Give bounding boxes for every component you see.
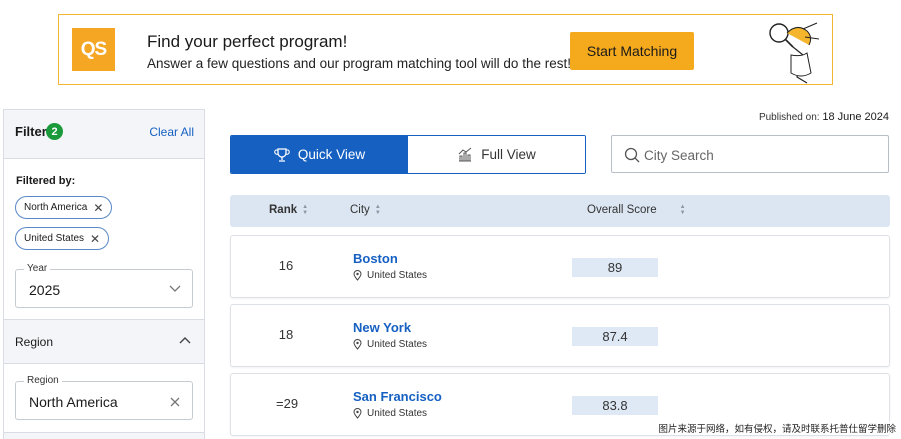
bar-chart-icon	[458, 147, 472, 162]
clear-all-link[interactable]: Clear All	[149, 125, 194, 139]
table-row[interactable]: 18 New York United States 87.4	[230, 304, 890, 367]
city-column-header[interactable]: City ▲ ▼	[350, 204, 381, 216]
quick-view-label: Quick View	[297, 147, 366, 162]
overall-score: 83.8	[572, 396, 658, 415]
quick-view-button[interactable]: Quick View	[231, 136, 408, 173]
city-link[interactable]: San Francisco	[353, 389, 442, 404]
table-row[interactable]: 16 Boston United States 89	[230, 235, 890, 298]
banner-title: Find your perfect program!	[147, 32, 348, 51]
filter-chip-north-america: North America ✕	[15, 196, 113, 219]
country-label: United States	[353, 339, 427, 350]
location-pin-icon	[353, 408, 362, 419]
chevron-down-icon	[169, 285, 181, 292]
year-value: 2025	[29, 282, 61, 298]
full-view-label: Full View	[481, 147, 536, 162]
trophy-icon	[274, 147, 290, 162]
country-value: United States	[367, 270, 428, 281]
watermark-text: 图片来源于网络，如有侵权，请及时联系托普仕留学删除	[656, 421, 898, 435]
region-title: Region	[15, 335, 54, 349]
full-view-button[interactable]: Full View	[408, 136, 585, 173]
search-icon	[624, 147, 640, 163]
region-value: North America	[29, 394, 118, 410]
filter-title: Filter	[15, 124, 47, 139]
banner-subtitle: Answer a few questions and our program m…	[147, 56, 571, 71]
clear-icon[interactable]	[168, 395, 182, 409]
next-filter-section	[4, 432, 204, 439]
published-date: Published on: 18 June 2024	[759, 111, 889, 123]
region-section-header[interactable]: Region	[4, 319, 204, 364]
year-legend: Year	[24, 263, 51, 274]
score-column-header[interactable]: Overall Score ▲ ▼	[587, 204, 686, 216]
chip-label: North America	[24, 202, 88, 213]
location-pin-icon	[353, 270, 362, 281]
city-search-input[interactable]	[644, 145, 874, 165]
published-prefix: Published on:	[758, 112, 820, 123]
country-value: United States	[367, 339, 428, 350]
rank-column-header[interactable]: Rank ▲ ▼	[269, 204, 308, 216]
start-matching-button[interactable]: Start Matching	[570, 32, 694, 70]
sort-icon: ▲ ▼	[374, 204, 381, 216]
filter-count-badge: 2	[46, 123, 63, 140]
city-link[interactable]: Boston	[353, 251, 398, 266]
view-toggle: Quick View Full View	[230, 135, 586, 174]
city-search-box	[611, 135, 889, 173]
city-link[interactable]: New York	[353, 320, 411, 335]
filter-header: Filter 2 Clear All	[4, 110, 204, 159]
overall-score: 89	[572, 258, 658, 277]
filtered-by-label: Filtered by:	[16, 175, 76, 187]
rank-value: 18	[278, 327, 294, 342]
published-date-value: 18 June 2024	[822, 111, 889, 123]
sort-icon: ▲ ▼	[679, 204, 686, 216]
rank-header-label: Rank	[269, 204, 298, 216]
filter-chip-united-states: United States ✕	[15, 227, 110, 250]
rank-value: 16	[278, 258, 294, 273]
score-header-label: Overall Score	[587, 204, 657, 216]
chip-label: United States	[24, 233, 85, 244]
person-illustration-icon	[769, 22, 820, 84]
filter-sidebar: Filter 2 Clear All Filtered by: North Am…	[3, 109, 205, 439]
region-legend: Region	[24, 375, 62, 386]
location-pin-icon	[353, 339, 362, 350]
year-select[interactable]: Year 2025	[15, 263, 193, 308]
country-label: United States	[353, 270, 427, 281]
country-label: United States	[353, 408, 427, 419]
city-header-label: City	[350, 204, 370, 216]
overall-score: 87.4	[572, 327, 658, 346]
remove-chip-icon[interactable]: ✕	[93, 201, 103, 215]
country-value: United States	[367, 408, 428, 419]
sort-icon: ▲ ▼	[302, 204, 309, 216]
region-select[interactable]: Region North America	[15, 375, 193, 420]
program-matching-banner: QS Find your perfect program! Answer a f…	[58, 14, 833, 85]
remove-chip-icon[interactable]: ✕	[90, 232, 100, 246]
chevron-up-icon	[179, 337, 191, 344]
ranking-table-header: Rank ▲ ▼ City ▲ ▼ Overall Score ▲ ▼	[230, 195, 890, 227]
rank-value: =29	[276, 396, 299, 411]
qs-logo: QS	[72, 28, 115, 71]
